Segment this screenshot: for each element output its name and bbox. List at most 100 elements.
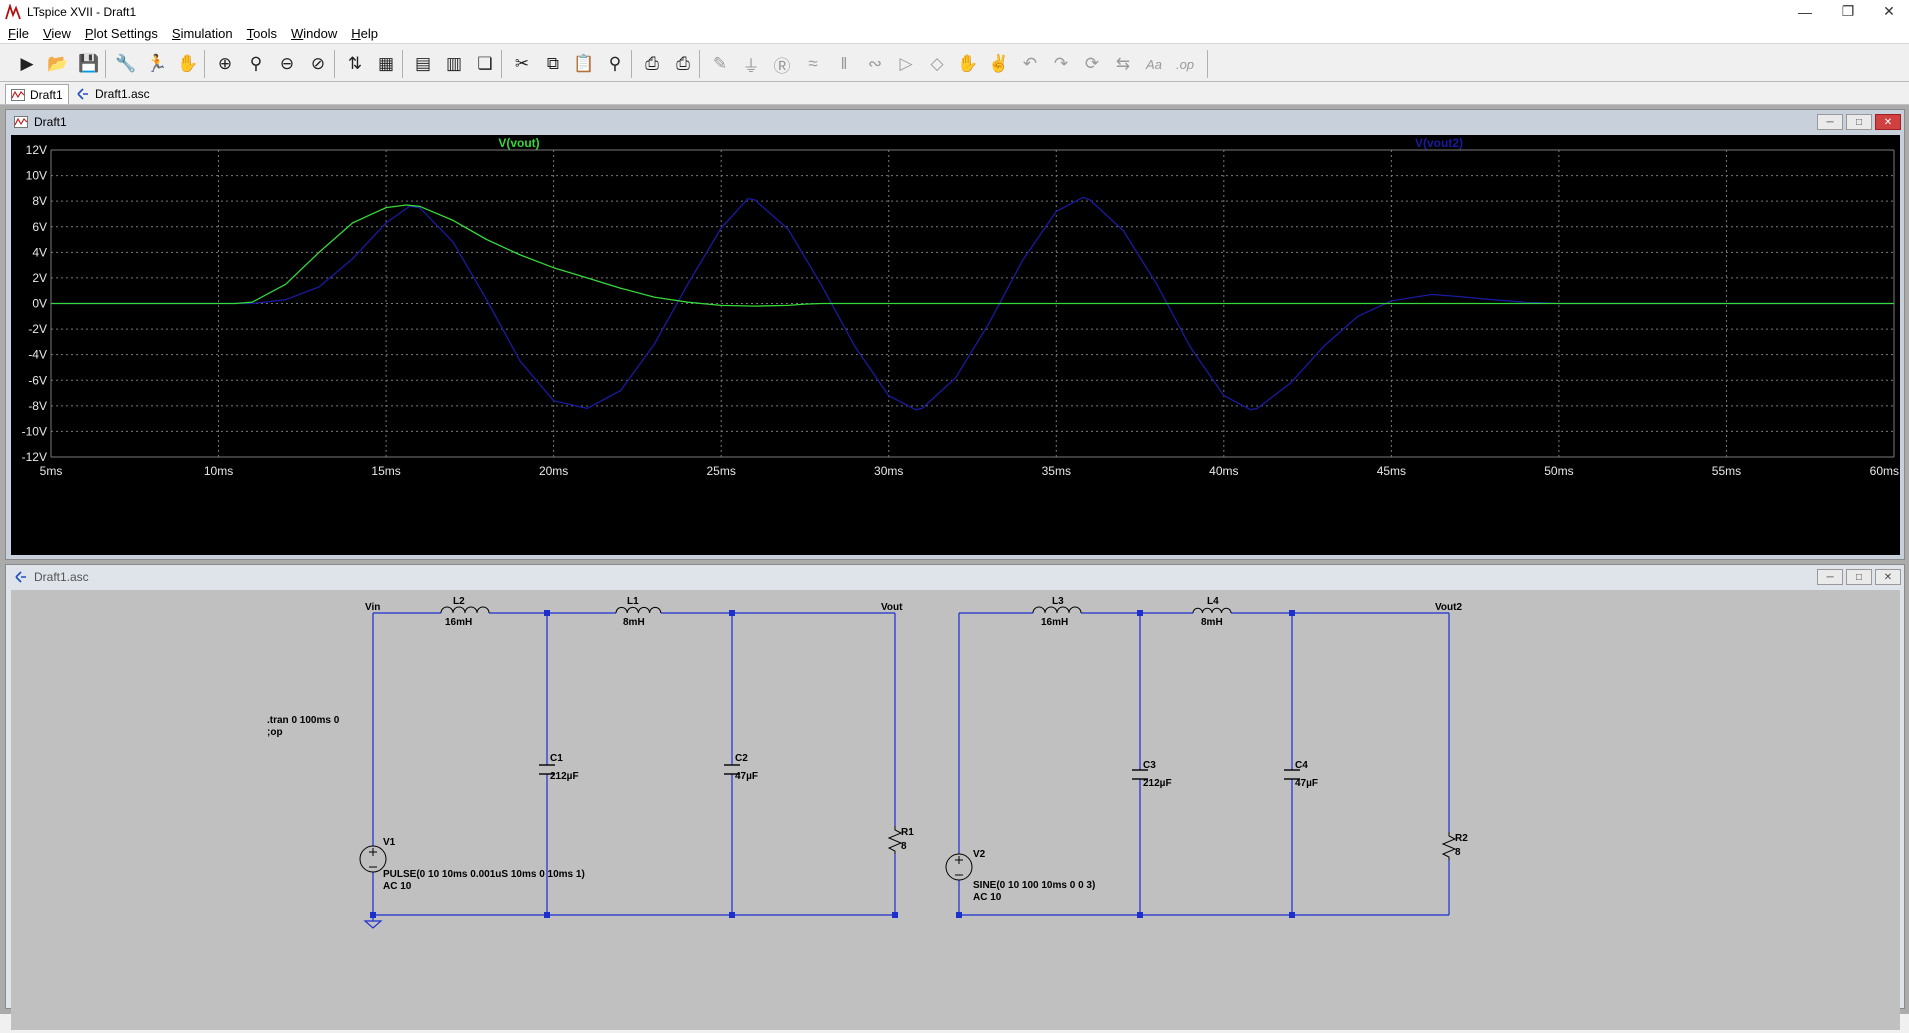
menu-window[interactable]: Window	[283, 26, 343, 41]
print-setup-icon[interactable]: ⎙	[639, 51, 665, 77]
close-icon[interactable]: ✕	[1875, 114, 1901, 130]
capacitor-icon[interactable]: ‖	[831, 51, 857, 77]
tab-draft1[interactable]: Draft1	[5, 84, 69, 104]
component-icon[interactable]: ◇	[924, 51, 950, 77]
r2-value: 8	[1455, 847, 1461, 858]
y-tick-label: -2V	[28, 322, 47, 336]
trace-label-vout2[interactable]: V(vout2)	[1415, 136, 1463, 150]
x-tick-label: 10ms	[204, 464, 233, 478]
waveform-icon	[14, 116, 28, 128]
diode-icon[interactable]: ▷	[893, 51, 919, 77]
spice-directive-op[interactable]: ;op	[267, 727, 283, 738]
tile-vertical-icon[interactable]: ▥	[441, 51, 467, 77]
restore-icon[interactable]: ❐	[1825, 0, 1871, 23]
x-tick-label: 25ms	[707, 464, 736, 478]
menu-help[interactable]: Help	[343, 26, 384, 41]
drag-icon[interactable]: ✌	[986, 51, 1012, 77]
zoom-area-icon[interactable]: ⚲	[243, 51, 269, 77]
x-tick-label: 50ms	[1544, 464, 1573, 478]
minimize-icon[interactable]: ─	[1817, 569, 1843, 585]
text-icon[interactable]: Aa	[1141, 51, 1167, 77]
schematic-drawing[interactable]: Vin Vout Vout2 L2 16mH L1 8mH C1 212µF C…	[11, 590, 1900, 1030]
cut-icon[interactable]: ✂	[509, 51, 535, 77]
menu-file[interactable]: File	[0, 26, 35, 41]
c4-ref: C4	[1295, 760, 1308, 771]
maximize-icon[interactable]: □	[1846, 569, 1872, 585]
print-icon[interactable]: ⎙	[670, 51, 696, 77]
tab-draft1-asc[interactable]: Draft1.asc	[71, 84, 155, 104]
spice-directive-tran[interactable]: .tran 0 100ms 0	[267, 715, 340, 726]
run-icon[interactable]: ▶	[14, 51, 40, 77]
menu-mnemonic: F	[8, 25, 16, 41]
minimize-icon[interactable]: —	[1782, 0, 1828, 23]
net-label-vin: Vin	[365, 602, 380, 613]
cascade-icon[interactable]: ❏	[472, 51, 498, 77]
spice-directive-icon[interactable]: .op	[1172, 51, 1198, 77]
y-tick-label: -6V	[28, 373, 47, 387]
minimize-icon[interactable]: ─	[1817, 114, 1843, 130]
tab-label: Draft1	[30, 87, 63, 102]
mirror-icon[interactable]: ⇆	[1110, 51, 1136, 77]
find-icon[interactable]: ⚲	[602, 51, 628, 77]
undo-icon[interactable]: ↶	[1017, 51, 1043, 77]
trace-label-vout[interactable]: V(vout)	[498, 136, 539, 150]
zoom-cancel-icon[interactable]: ⊘	[305, 51, 331, 77]
r2-ref: R2	[1455, 833, 1468, 844]
wire-icon[interactable]: ✎	[707, 51, 733, 77]
control-panel-icon[interactable]: 🔧	[113, 51, 139, 77]
menu-label: imulation	[180, 25, 233, 41]
menu-simulation[interactable]: Simulation	[164, 26, 239, 41]
menu-plot-settings[interactable]: Plot Settings	[77, 26, 164, 41]
toolbar-separator	[402, 50, 403, 78]
x-tick-label: 60ms	[1870, 464, 1899, 478]
l4-value: 8mH	[1201, 617, 1223, 628]
close-icon[interactable]: ✕	[1866, 0, 1909, 23]
l2-ref: L2	[453, 596, 465, 607]
menu-mnemonic: W	[290, 25, 304, 41]
plot-settings-icon[interactable]: ▦	[373, 51, 399, 77]
rotate-icon[interactable]: ⟳	[1079, 51, 1105, 77]
waveform-plot[interactable]: 12V 10V 8V 6V 4V 2V 0V -2V -4V -6V -8V -10V -12V 5ms…	[11, 135, 1900, 555]
schematic-window-titlebar[interactable]: Draft1.asc ─ □ ✕	[6, 565, 1904, 589]
y-tick-label: 12V	[26, 143, 47, 157]
y-axis-tick-labels: 12V 10V 8V 6V 4V 2V 0V -2V -4V -6V -8V -10V -12V	[22, 143, 47, 464]
window-title: LTspice XVII - Draft1	[27, 4, 137, 19]
menu-label: indow	[303, 25, 338, 41]
open-icon[interactable]: 📂	[45, 51, 71, 77]
l2-value: 16mH	[445, 617, 472, 628]
x-tick-label: 45ms	[1377, 464, 1406, 478]
schematic-icon	[15, 571, 26, 583]
resistor-icon[interactable]: ≈	[800, 51, 826, 77]
redo-icon[interactable]: ↷	[1048, 51, 1074, 77]
inductor-icon[interactable]: ∾	[862, 51, 888, 77]
maximize-icon[interactable]: □	[1846, 114, 1872, 130]
c2-ref: C2	[735, 753, 748, 764]
x-tick-label: 20ms	[539, 464, 568, 478]
menu-tools[interactable]: Tools	[239, 26, 283, 41]
copy-icon[interactable]: ⧉	[540, 51, 566, 77]
menu-view[interactable]: View	[35, 26, 77, 41]
halt-icon[interactable]: 🏃	[144, 51, 170, 77]
ground-icon[interactable]: ⏚	[738, 51, 764, 77]
pan-icon[interactable]: ✋	[175, 51, 201, 77]
paste-icon[interactable]: 📋	[571, 51, 597, 77]
v1-ac-value: AC 10	[383, 881, 412, 892]
move-icon[interactable]: ✋	[955, 51, 981, 77]
schematic-canvas[interactable]: Vin Vout Vout2 L2 16mH L1 8mH C1 212µF C…	[11, 590, 1900, 1030]
waveform-window-titlebar[interactable]: Draft1 ─ □ ✕	[6, 110, 1904, 134]
tile-horizontal-icon[interactable]: ▤	[410, 51, 436, 77]
trace-vout[interactable]	[51, 204, 1894, 307]
c3-ref: C3	[1143, 760, 1156, 771]
l3-value: 16mH	[1041, 617, 1068, 628]
waveform-window-title: Draft1	[34, 115, 67, 129]
zoom-in-icon[interactable]: ⊕	[212, 51, 238, 77]
zoom-out-icon[interactable]: ⊖	[274, 51, 300, 77]
label-icon[interactable]: Ⓡ	[769, 51, 795, 77]
v2-ac-value: AC 10	[973, 892, 1002, 903]
waveform-plot-pane[interactable]: 12V 10V 8V 6V 4V 2V 0V -2V -4V -6V -8V -10V -12V 5ms…	[11, 135, 1900, 555]
y-tick-label: 4V	[32, 245, 47, 259]
autorange-icon[interactable]: ⇅	[342, 51, 368, 77]
close-icon[interactable]: ✕	[1875, 569, 1901, 585]
save-icon[interactable]: 💾	[76, 51, 102, 77]
x-tick-label: 5ms	[40, 464, 63, 478]
